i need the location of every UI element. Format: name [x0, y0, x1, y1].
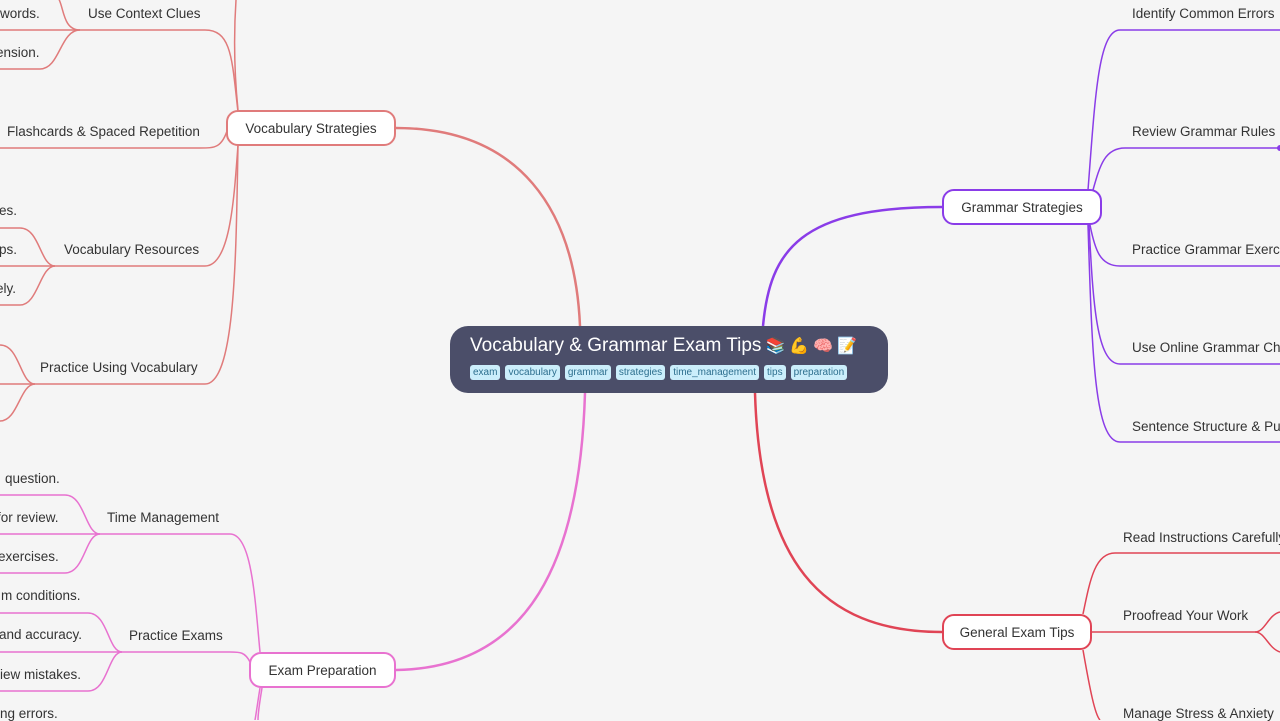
subtopic-practice-using-vocabulary[interactable]: Practice Using Vocabulary	[40, 360, 198, 375]
subtopic-flashcards[interactable]: Flashcards & Spaced Repetition	[7, 124, 200, 139]
link-root-grammar	[761, 205, 943, 327]
subtopic-manage-stress[interactable]: Manage Stress & Anxiety	[1123, 706, 1274, 721]
leaf-text[interactable]: question.	[5, 471, 60, 486]
tag[interactable]: tips	[764, 365, 786, 380]
subtopic-time-management[interactable]: Time Management	[107, 510, 219, 525]
subtopic-use-context-clues[interactable]: Use Context Clues	[88, 6, 201, 21]
tag[interactable]: exam	[470, 365, 501, 380]
tag-list: exam vocabulary grammar strategies time_…	[470, 365, 868, 380]
topic-vocabulary-strategies[interactable]: Vocabulary Strategies	[226, 110, 396, 146]
tag[interactable]: time_management	[670, 365, 760, 380]
root-title: Vocabulary & Grammar Exam Tips	[470, 335, 762, 356]
books-icon: 📚	[765, 338, 786, 355]
leaf-text[interactable]: for review.	[0, 510, 59, 525]
leaf-text[interactable]: and accuracy.	[0, 627, 82, 642]
subtopic-practice-grammar-exercises[interactable]: Practice Grammar Exercis	[1132, 242, 1280, 257]
subtopic-practice-exams[interactable]: Practice Exams	[129, 628, 223, 643]
subtopic-sentence-structure[interactable]: Sentence Structure & Pu	[1132, 419, 1280, 434]
leaf-text[interactable]: m conditions.	[1, 588, 81, 603]
subtopic-review-grammar-rules[interactable]: Review Grammar Rules	[1132, 124, 1275, 139]
tag[interactable]: preparation	[790, 365, 848, 380]
memo-icon: 📝	[837, 338, 858, 355]
tag[interactable]: grammar	[564, 365, 611, 380]
topic-exam-preparation[interactable]: Exam Preparation	[249, 652, 396, 688]
topic-general-exam-tips[interactable]: General Exam Tips	[942, 614, 1092, 650]
root-title-row: Vocabulary & Grammar Exam Tips 📚 💪 🧠 📝	[470, 335, 868, 357]
link-root-exam	[395, 392, 587, 672]
subtopic-online-grammar-checkers[interactable]: Use Online Grammar Che	[1132, 340, 1280, 355]
leaf-text[interactable]: ing errors.	[0, 706, 58, 721]
link-root-vocabulary	[395, 126, 582, 327]
leaf-text[interactable]: es.	[0, 203, 17, 218]
tag[interactable]: strategies	[615, 365, 666, 380]
flexed-biceps-icon: 💪	[789, 338, 810, 355]
subtopic-proofread[interactable]: Proofread Your Work	[1123, 608, 1248, 623]
leaf-text[interactable]: iew mistakes.	[0, 667, 81, 682]
leaf-text[interactable]: exercises.	[0, 549, 59, 564]
leaf-text[interactable]: ension.	[0, 45, 40, 60]
link-root-general	[753, 392, 943, 634]
subtopic-read-instructions[interactable]: Read Instructions Carefully	[1123, 530, 1280, 545]
leaf-text[interactable]: words.	[0, 6, 40, 21]
topic-grammar-strategies[interactable]: Grammar Strategies	[942, 189, 1102, 225]
brain-icon: 🧠	[813, 338, 834, 355]
subtopic-identify-common-errors[interactable]: Identify Common Errors	[1132, 6, 1275, 21]
leaf-text[interactable]: ely.	[0, 281, 16, 296]
subtopic-vocabulary-resources[interactable]: Vocabulary Resources	[64, 242, 199, 257]
leaf-text[interactable]: ps.	[0, 242, 17, 257]
root-node[interactable]: Vocabulary & Grammar Exam Tips 📚 💪 🧠 📝 e…	[450, 326, 888, 393]
tag[interactable]: vocabulary	[505, 365, 560, 380]
